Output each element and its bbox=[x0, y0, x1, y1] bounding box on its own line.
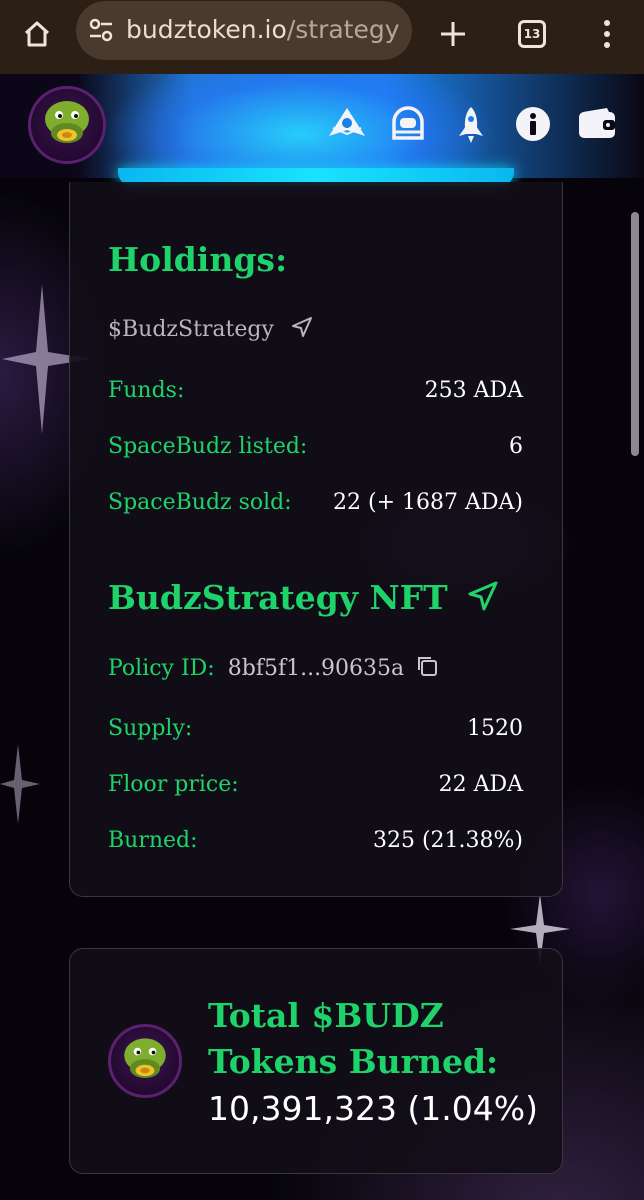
listed-row: SpaceBudz listed: 6 bbox=[108, 434, 523, 468]
ship-emblem-icon[interactable] bbox=[328, 106, 366, 144]
tokens-burned-heading-line2: Tokens Burned: bbox=[208, 1042, 499, 1081]
page-scrollbar[interactable] bbox=[631, 212, 639, 456]
site-header bbox=[0, 74, 644, 186]
floor-price-row: Floor price: 22 ADA bbox=[108, 772, 523, 806]
tab-count: 13 bbox=[518, 20, 546, 48]
floor-price-label: Floor price: bbox=[108, 772, 239, 797]
sold-value: 22 (+ 1687 ADA) bbox=[333, 490, 523, 515]
page-content: Holdings: $BudzStrategy Funds: 253 ADA S… bbox=[0, 74, 644, 1200]
supply-value: 1520 bbox=[467, 716, 523, 741]
nft-heading: BudzStrategy NFT bbox=[108, 578, 499, 620]
tokens-burned-heading: Total $BUDZ Tokens Burned: bbox=[208, 993, 498, 1085]
rocket-icon[interactable] bbox=[456, 106, 486, 148]
funds-row: Funds: 253 ADA bbox=[108, 378, 523, 412]
policy-label: Policy ID: bbox=[108, 656, 215, 681]
burned-value: 325 (21.38%) bbox=[372, 828, 523, 853]
address-bar[interactable]: budztoken.io/strategy bbox=[76, 1, 412, 60]
tokens-burned-value: 10,391,323 (1.04%) bbox=[208, 1089, 539, 1128]
tokens-burned-card: Total $BUDZ Tokens Burned: 10,391,323 (1… bbox=[69, 948, 563, 1174]
supply-row: Supply: 1520 bbox=[108, 716, 523, 750]
nft-send-icon[interactable] bbox=[467, 580, 499, 620]
policy-value: 8bf5f1...90635a bbox=[227, 656, 405, 681]
supply-label: Supply: bbox=[108, 716, 193, 741]
burned-label: Burned: bbox=[108, 828, 198, 853]
policy-id-row: Policy ID: 8bf5f1...90635a bbox=[108, 654, 439, 684]
burned-row: Burned: 325 (21.38%) bbox=[108, 828, 523, 862]
sparkle-decoration bbox=[0, 744, 40, 824]
funds-label: Funds: bbox=[108, 378, 185, 403]
tokens-burned-heading-line1: Total $BUDZ bbox=[208, 996, 444, 1035]
token-link[interactable]: $BudzStrategy bbox=[108, 316, 313, 344]
copy-icon[interactable] bbox=[415, 654, 439, 684]
more-menu-icon[interactable] bbox=[582, 9, 632, 59]
helmet-icon[interactable] bbox=[390, 106, 426, 146]
token-name: $BudzStrategy bbox=[108, 317, 274, 342]
sold-label: SpaceBudz sold: bbox=[108, 490, 292, 515]
budz-token-icon bbox=[108, 1024, 182, 1098]
strategy-card: Holdings: $BudzStrategy Funds: 253 ADA S… bbox=[69, 182, 563, 897]
wallet-icon[interactable] bbox=[577, 106, 617, 146]
listed-label: SpaceBudz listed: bbox=[108, 434, 308, 459]
browser-toolbar: budztoken.io/strategy 13 bbox=[0, 0, 644, 74]
nft-title: BudzStrategy NFT bbox=[108, 578, 448, 617]
holdings-heading: Holdings: bbox=[108, 240, 288, 279]
funds-value: 253 ADA bbox=[424, 378, 523, 403]
new-tab-icon[interactable] bbox=[428, 9, 478, 59]
site-settings-icon[interactable] bbox=[88, 18, 114, 46]
send-icon[interactable] bbox=[291, 316, 313, 344]
floor-price-value: 22 ADA bbox=[438, 772, 523, 797]
tab-switcher-button[interactable]: 13 bbox=[507, 9, 557, 59]
listed-value: 6 bbox=[509, 434, 523, 459]
home-icon[interactable] bbox=[12, 9, 62, 59]
budz-logo[interactable] bbox=[28, 86, 106, 164]
info-icon[interactable] bbox=[515, 106, 551, 146]
sold-row: SpaceBudz sold: 22 (+ 1687 ADA) bbox=[108, 490, 523, 524]
url-text: budztoken.io/strategy bbox=[126, 15, 400, 44]
